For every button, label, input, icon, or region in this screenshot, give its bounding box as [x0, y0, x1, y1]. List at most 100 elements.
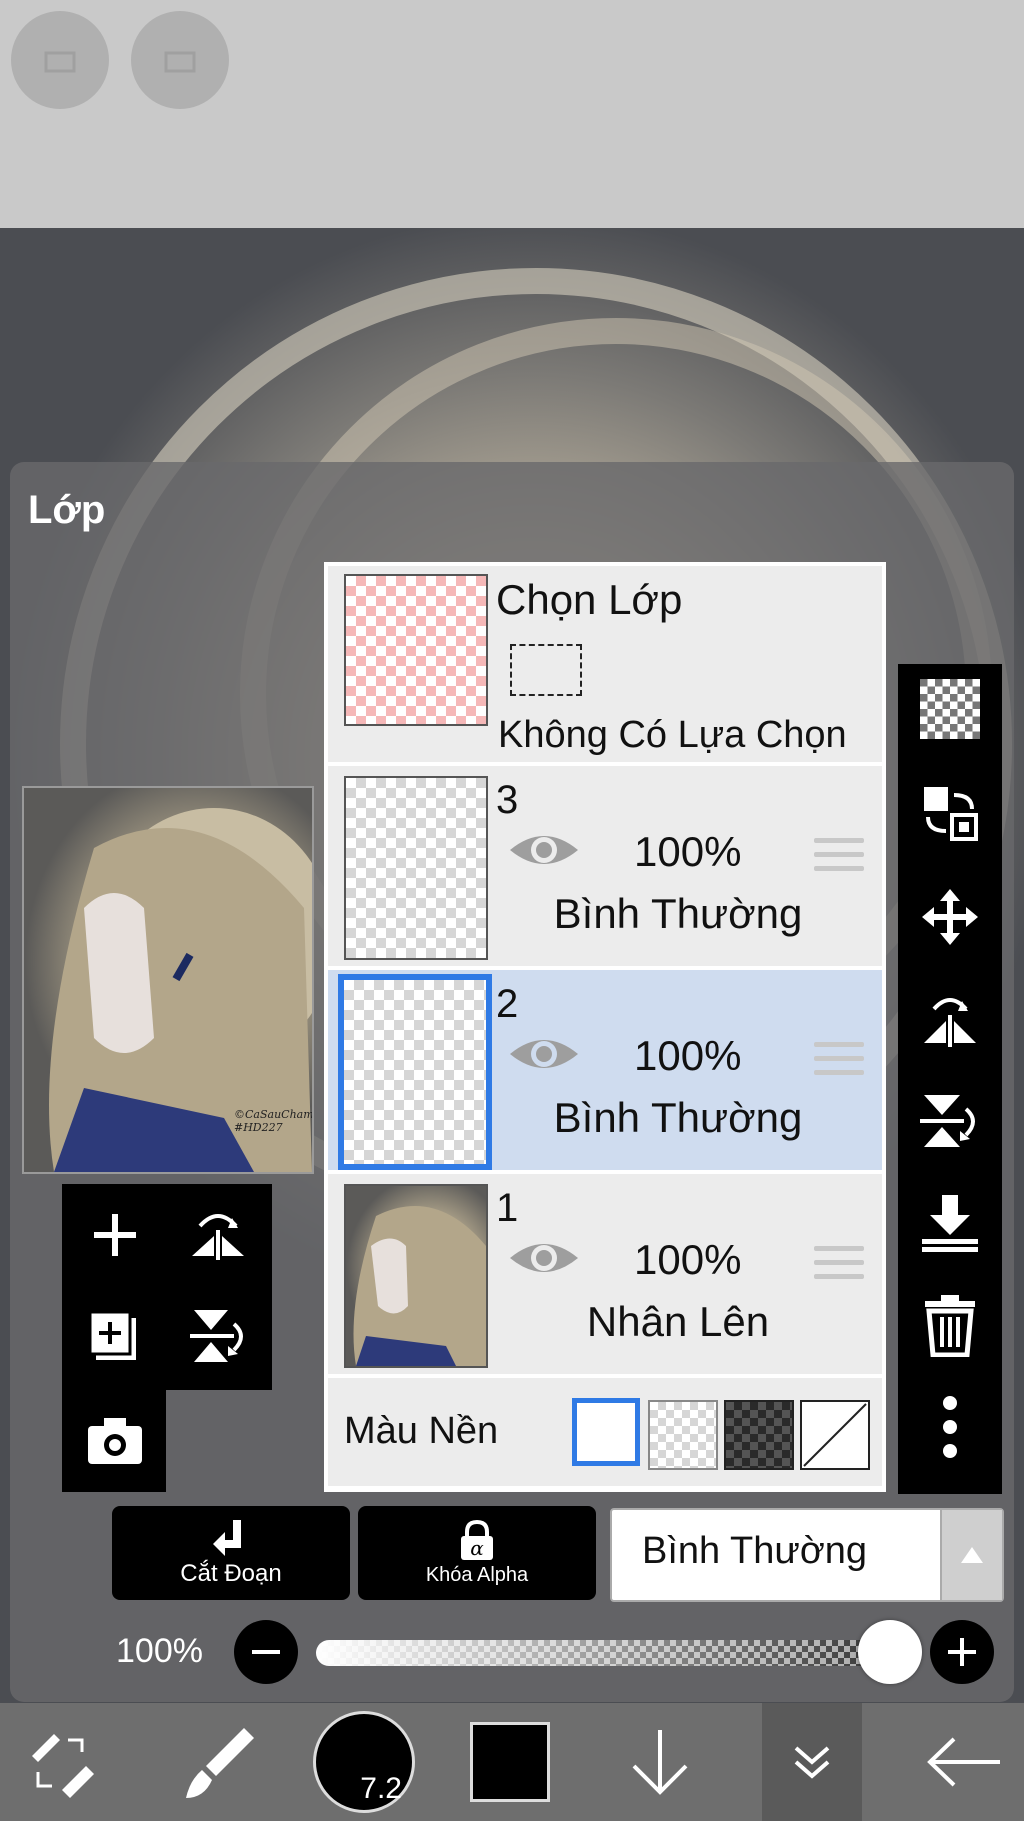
- selection-marquee-icon: [510, 644, 582, 696]
- redo-icon: [164, 51, 196, 73]
- tool-switch-button[interactable]: [0, 1703, 120, 1821]
- layer-opacity: 100%: [634, 1032, 742, 1079]
- layer-list: Chọn Lớp Không Có Lựa Chọn 3 100% Bình T…: [324, 562, 886, 1492]
- clipping-button[interactable]: Cắt Đoạn: [112, 1506, 350, 1600]
- add-layer-button[interactable]: [88, 1208, 142, 1262]
- brush-tool-button[interactable]: [160, 1703, 280, 1821]
- alpha-lock-label: Khóa Alpha: [425, 1563, 529, 1586]
- svg-text:α: α: [470, 1536, 484, 1560]
- layer-thumbnail: [338, 974, 492, 1170]
- layer-blend-mode: Bình Thường: [553, 890, 803, 937]
- signature-text: ©CaSauChamDau #HD227: [234, 1108, 314, 1134]
- double-chevron-down-icon: [794, 1746, 830, 1779]
- drag-handle-icon[interactable]: [814, 1042, 864, 1084]
- opacity-slider-track[interactable]: [316, 1640, 898, 1666]
- brush-size-circle: 7.2: [313, 1711, 415, 1813]
- drag-handle-icon[interactable]: [814, 1246, 864, 1288]
- portrait-thumbnail-image: [353, 1206, 486, 1366]
- plus-icon: [94, 1214, 136, 1256]
- delete-layer-button[interactable]: [898, 1280, 1002, 1370]
- camera-icon: [88, 1418, 142, 1464]
- layer-opacity: 100%: [634, 828, 742, 875]
- opacity-increase-button[interactable]: [930, 1620, 994, 1684]
- selection-layer-title: Chọn Lớp: [496, 576, 683, 623]
- background-label: Màu Nền: [344, 1410, 499, 1452]
- background-color-row: Màu Nền: [328, 1378, 882, 1486]
- background-none-swatch[interactable]: [800, 1400, 870, 1470]
- opacity-label: 100%: [116, 1632, 203, 1670]
- move-button[interactable]: [898, 872, 1002, 962]
- blend-mode-dropdown-button[interactable]: [940, 1510, 1002, 1600]
- visibility-eye-icon[interactable]: [508, 828, 580, 872]
- scroll-down-button[interactable]: [600, 1703, 720, 1821]
- transparency-button[interactable]: [898, 664, 1002, 754]
- layer-number: 1: [496, 1186, 519, 1230]
- selection-layer-thumbnail: [344, 574, 488, 726]
- minus-icon: [252, 1650, 280, 1654]
- background-white-swatch[interactable]: [572, 1398, 640, 1466]
- plus-icon: [948, 1638, 976, 1666]
- undo-button[interactable]: [11, 11, 109, 109]
- duplicate-layer-button[interactable]: [86, 1308, 144, 1366]
- flip-vertical-button[interactable]: [188, 1306, 248, 1366]
- undo-icon: [44, 51, 76, 73]
- panel-title: Lớp: [28, 488, 106, 532]
- redo-button[interactable]: [131, 11, 229, 109]
- lock-icon: α: [461, 1519, 493, 1560]
- layer-thumbnail: [344, 1184, 488, 1368]
- more-options-button[interactable]: [898, 1382, 1002, 1472]
- arrow-down-icon: [632, 1730, 688, 1795]
- back-button[interactable]: [904, 1703, 1024, 1821]
- bottom-toolbar: 7.2: [0, 1703, 1024, 1821]
- layer-opacity: 100%: [634, 1236, 742, 1283]
- paintbrush-icon: [186, 1728, 254, 1798]
- blend-mode-select[interactable]: Bình Thường: [610, 1508, 1004, 1602]
- flip-vertical-button-right[interactable]: [898, 1076, 1002, 1166]
- color-button[interactable]: [450, 1703, 570, 1821]
- flip-horizontal-button[interactable]: [188, 1204, 248, 1264]
- background-transparent-light-swatch[interactable]: [648, 1400, 718, 1470]
- move-layer-content-button[interactable]: [898, 768, 1002, 858]
- canvas-preview[interactable]: ©CaSauChamDau #HD227: [22, 786, 314, 1174]
- flip-vertical-icon: [190, 1310, 243, 1362]
- selection-layer-row[interactable]: Chọn Lớp Không Có Lựa Chọn: [328, 566, 882, 762]
- alpha-lock-button[interactable]: α Khóa Alpha: [358, 1506, 596, 1600]
- flip-horizontal-icon: [924, 998, 976, 1047]
- brush-size-button[interactable]: 7.2: [304, 1703, 424, 1821]
- blend-mode-value: Bình Thường: [642, 1530, 868, 1572]
- more-vertical-icon: [943, 1396, 957, 1458]
- drag-handle-icon[interactable]: [814, 838, 864, 880]
- layer-row-selected[interactable]: 2 100% Bình Thường: [328, 970, 882, 1170]
- layer-row[interactable]: 3 100% Bình Thường: [328, 766, 882, 966]
- triangle-up-icon: [961, 1547, 983, 1563]
- swap-layers-icon: [924, 787, 978, 841]
- merge-down-button[interactable]: [898, 1178, 1002, 1268]
- clipping-label: Cắt Đoạn: [180, 1560, 282, 1587]
- duplicate-layer-icon: [88, 1310, 136, 1360]
- brush-eraser-switch-icon: [32, 1734, 94, 1798]
- layer-tools-toolbar: [898, 664, 1002, 1494]
- flip-horizontal-icon: [192, 1214, 244, 1260]
- clipping-arrow-icon: [213, 1520, 241, 1556]
- checkerboard-icon: [920, 679, 980, 739]
- layer-row[interactable]: 1 100% Nhân Lên: [328, 1174, 882, 1374]
- merge-down-icon: [922, 1195, 978, 1252]
- visibility-eye-icon[interactable]: [508, 1236, 580, 1280]
- visibility-eye-icon[interactable]: [508, 1032, 580, 1076]
- layer-blend-mode: Nhân Lên: [586, 1298, 770, 1345]
- background-transparent-dark-swatch[interactable]: [724, 1400, 794, 1470]
- opacity-slider-knob[interactable]: [858, 1620, 922, 1684]
- flip-vertical-icon: [920, 1095, 975, 1147]
- flip-horizontal-button-right[interactable]: [898, 974, 1002, 1064]
- brush-size-value: 7.2: [360, 1772, 402, 1805]
- selection-status: Không Có Lựa Chọn: [498, 714, 847, 756]
- move-arrows-icon: [922, 889, 978, 945]
- camera-button[interactable]: [86, 1414, 144, 1468]
- no-background-icon: [803, 1403, 867, 1467]
- layer-number: 2: [496, 982, 519, 1026]
- opacity-decrease-button[interactable]: [234, 1620, 298, 1684]
- layer-number: 3: [496, 778, 519, 822]
- collapse-panel-button[interactable]: [762, 1703, 862, 1821]
- current-color-swatch: [470, 1722, 550, 1802]
- layer-blend-mode: Bình Thường: [553, 1094, 803, 1141]
